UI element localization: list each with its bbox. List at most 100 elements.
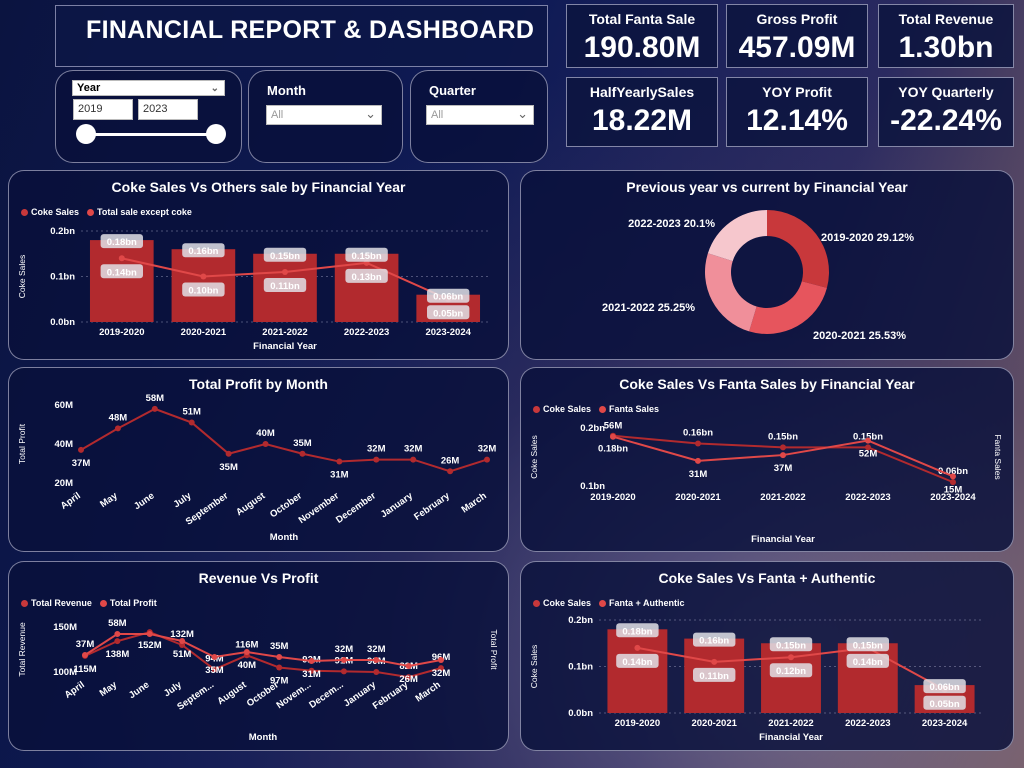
data-label: 116M — [235, 639, 258, 650]
y-tick-label: 40M — [55, 439, 74, 450]
kpi-label: YOY Quarterly — [898, 84, 994, 100]
year-from-value: 2019 — [78, 103, 103, 115]
x-tick-label: August — [215, 679, 249, 707]
year-dropdown[interactable]: Year ⌄ — [72, 80, 225, 96]
x-tick-label: May — [98, 490, 120, 510]
data-label: 56M — [604, 421, 623, 432]
bar — [837, 643, 898, 713]
x-tick-label: June — [127, 679, 151, 701]
line-point — [276, 654, 283, 660]
line-data-label: 0.11bn — [270, 281, 300, 292]
data-label: 152M — [138, 640, 162, 651]
x-tick-label: Decem... — [307, 679, 345, 710]
data-label: 35M — [293, 438, 312, 449]
line-point — [780, 444, 786, 451]
data-label: 37M — [774, 463, 793, 474]
chart-panel-coke-vs-others: Coke Sales Vs Others sale by Financial Y… — [8, 170, 509, 360]
x-axis-label: Financial Year — [751, 534, 815, 545]
bar-chart: 0.0bn 0.1bn 0.2bn Coke Sales 2019-2020 2020-2… — [17, 226, 489, 352]
slice-label: 2019-2020 29.12% — [821, 232, 914, 244]
bar-data-label: 0.15bn — [853, 640, 883, 651]
x-axis-label: Month — [249, 732, 278, 743]
y-tick-label: 150M — [53, 622, 77, 633]
data-label: 31M — [330, 470, 349, 481]
line-point — [634, 644, 641, 651]
data-label: 138M — [105, 649, 129, 660]
x-tick-label: 2021-2022 — [262, 327, 307, 338]
line-point — [780, 452, 786, 459]
data-label: 31M — [689, 469, 708, 480]
kpi-label: YOY Profit — [762, 84, 832, 100]
kpi-gross-profit: Gross Profit 457.09M — [726, 4, 868, 68]
line-point — [200, 273, 207, 280]
data-label: 0.18bn — [598, 444, 628, 455]
line-point — [438, 657, 444, 663]
x-tick-label: 2020-2021 — [181, 327, 227, 338]
data-label: 26M — [399, 674, 418, 685]
bar-data-label: 0.15bn — [352, 251, 382, 262]
x-tick-label: November — [297, 490, 342, 526]
kpi-value: 190.80M — [583, 31, 701, 64]
year-from-input[interactable]: 2019 — [73, 99, 133, 120]
y2-axis-label: Fanta Sales — [993, 434, 1003, 479]
kpi-label: Total Revenue — [898, 11, 994, 27]
x-tick-label: Septem... — [175, 679, 216, 712]
x-tick-label: 2022-2023 — [344, 327, 389, 338]
y-tick-label: 0.2bn — [50, 226, 75, 237]
y-tick-label: 0.1bn — [568, 662, 593, 673]
line-point — [336, 458, 343, 465]
line-point — [340, 657, 347, 663]
data-label: 32M — [335, 644, 354, 655]
bar-data-label: 0.15bn — [776, 640, 806, 651]
line-point — [340, 668, 347, 675]
bar-data-label: 0.18bn — [107, 237, 137, 248]
line-point — [447, 468, 454, 475]
chevron-down-icon: ⌄ — [517, 106, 528, 121]
kpi-value: 1.30bn — [898, 31, 994, 64]
line-point — [114, 631, 121, 637]
chevron-down-icon: ⌄ — [210, 83, 219, 94]
year-range-handle-end[interactable] — [206, 124, 226, 144]
x-tick-label: May — [98, 679, 120, 699]
x-tick-label: August — [234, 490, 268, 518]
y2-axis-label: Total Profit — [489, 629, 499, 670]
x-tick-label: 2022-2023 — [845, 492, 890, 503]
quarter-label: Quarter — [429, 83, 476, 98]
line-point — [373, 657, 380, 663]
x-tick-label: March — [459, 490, 488, 515]
y-tick-label: 0.1bn — [580, 481, 605, 492]
bar — [89, 240, 154, 322]
data-label: 32M — [404, 444, 423, 455]
kpi-total-fanta-sale: Total Fanta Sale 190.80M — [566, 4, 718, 68]
line-point — [788, 654, 794, 661]
chevron-down-icon: ⌄ — [365, 106, 376, 121]
line-point — [114, 638, 121, 645]
data-label: 51M — [173, 649, 192, 660]
slice-label: 2020-2021 25.53% — [813, 330, 906, 342]
quarter-dropdown[interactable]: All ⌄ — [426, 105, 534, 125]
donut-slice — [749, 281, 827, 334]
line-point — [865, 437, 871, 444]
year-range-handle-start[interactable] — [76, 124, 96, 144]
line-data-label: 0.10bn — [188, 286, 218, 297]
line-data-label: 0.05bn — [930, 699, 960, 710]
year-to-input[interactable]: 2023 — [138, 99, 198, 120]
month-dropdown[interactable]: All ⌄ — [266, 105, 382, 125]
quarter-value: All — [431, 109, 444, 121]
line-point — [410, 456, 417, 463]
data-label: 58M — [108, 618, 127, 629]
y-tick-label: 0.1bn — [50, 272, 75, 283]
kpi-yoy-quarterly: YOY Quarterly -22.24% — [878, 77, 1014, 147]
bar-data-label: 0.15bn — [270, 251, 300, 262]
data-label: 31M — [302, 669, 321, 680]
x-axis-label: Financial Year — [759, 732, 823, 743]
line-point — [151, 405, 158, 412]
y-tick-label: 0.0bn — [50, 317, 75, 328]
data-label: 32M — [432, 668, 451, 679]
data-label: 32M — [478, 444, 497, 455]
year-range-track — [86, 133, 216, 136]
data-label: 37M — [72, 458, 91, 469]
x-tick-label: February — [412, 490, 452, 523]
x-tick-label: December — [334, 490, 378, 526]
kpi-half-yearly-sales: HalfYearlySales 18.22M — [566, 77, 718, 147]
